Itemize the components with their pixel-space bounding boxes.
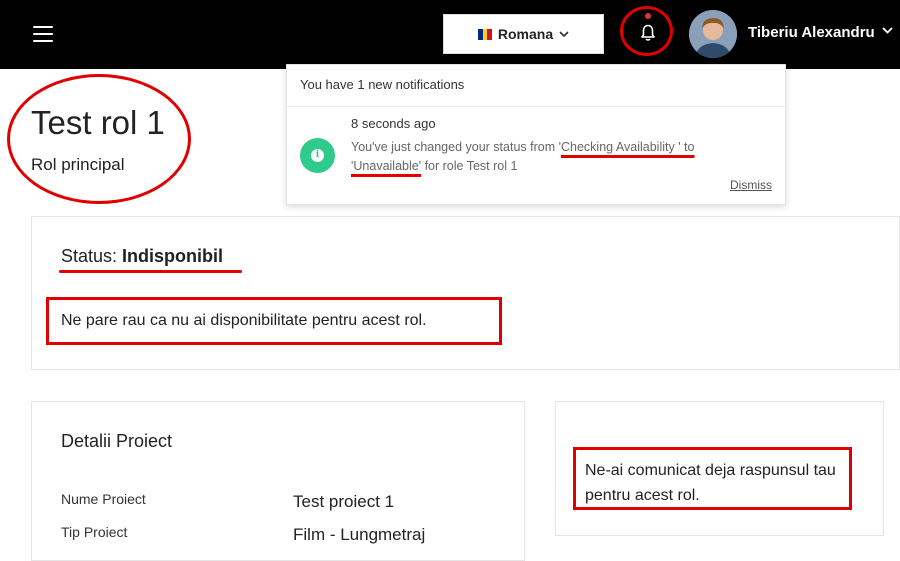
menu-icon[interactable] [33,26,53,42]
notification-old-status: Checking Availability ' to [561,140,695,154]
romania-flag-icon [477,28,492,40]
info-icon: i [300,138,335,173]
status-label: Status: [61,246,118,266]
bell-icon[interactable] [641,24,655,41]
status-value: Indisponibil [122,246,224,266]
details-label-project-type: Tip Proiect [61,524,128,540]
notification-dot [645,13,651,19]
notifications-header: You have 1 new notifications [287,65,785,107]
page-subtitle: Rol principal [31,155,125,174]
notification-message: You've just changed your status from 'Ch… [351,138,761,176]
top-navbar: Romana Tiberiu Alexandru [0,0,900,69]
page-title: Test rol 1 [31,104,165,141]
details-value-project-type: Film - Lungmetraj [293,525,426,544]
reply-message: Ne-ai comunicat deja raspunsul tau pentr… [585,462,836,504]
avatar[interactable] [689,10,737,58]
project-details-card: Detalii Proiect Nume Proiect Test proiec… [31,401,525,561]
status-message: Ne pare rau ca nu ai disponibilitate pen… [61,312,427,329]
language-label: Romana [497,26,554,42]
details-title: Detalii Proiect [61,431,173,451]
notification-text-3: for role Test rol 1 [421,159,518,173]
notification-text-1: You've just changed your status from ' [351,140,561,154]
reply-card: Ne-ai comunicat deja raspunsul tau pentr… [555,401,884,536]
details-label-project-name: Nume Proiect [61,491,146,507]
status-annotation-underline [59,270,242,273]
status-card: Status: Indisponibil Ne pare rau ca nu a… [31,216,900,370]
notification-new-status: 'Unavailable' [351,159,422,173]
notifications-dropdown: You have 1 new notifications i 8 seconds… [286,64,786,205]
details-value-project-name: Test proiect 1 [293,492,395,511]
dismiss-link[interactable]: Dismiss [730,178,772,192]
status-line: Status: Indisponibil [61,246,223,267]
chevron-down-icon [559,29,569,40]
user-menu-chevron-icon[interactable] [882,25,893,37]
notification-bell-highlight[interactable] [620,6,673,56]
language-selector[interactable]: Romana [443,14,604,54]
notification-time: 8 seconds ago [351,116,436,131]
user-name[interactable]: Tiberiu Alexandru [748,24,875,41]
